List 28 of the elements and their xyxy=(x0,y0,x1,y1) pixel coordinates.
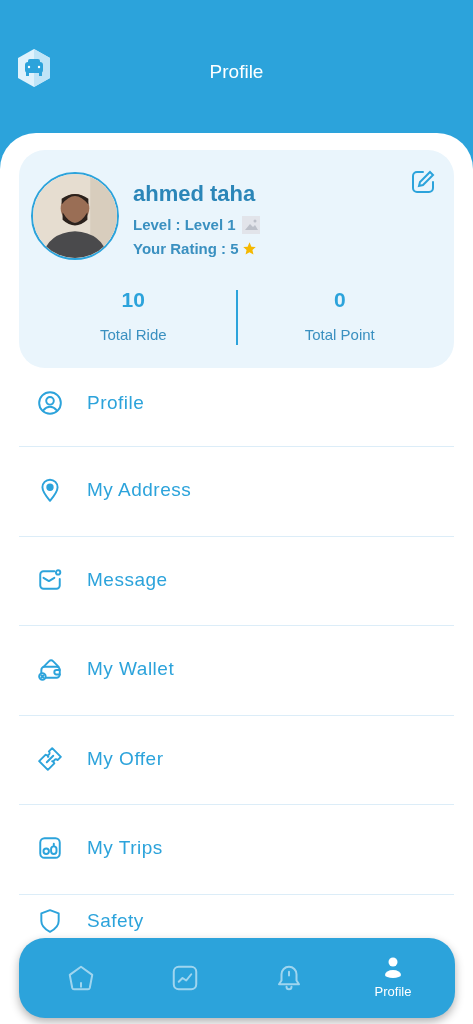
home-icon xyxy=(66,963,96,993)
car-logo-icon xyxy=(16,48,52,88)
user-name: ahmed taha xyxy=(133,180,257,208)
menu-item[interactable]: My Wallet xyxy=(19,626,454,716)
wallet-icon xyxy=(37,656,63,683)
page-title: Profile xyxy=(208,60,265,84)
nav-tab[interactable]: Profile xyxy=(353,946,433,1010)
menu-item[interactable]: Safety xyxy=(19,894,454,937)
person-circle-icon xyxy=(37,390,63,416)
stat-value: 10 xyxy=(121,288,145,312)
menu-item[interactable]: Profile xyxy=(19,368,454,447)
star-icon xyxy=(241,241,257,257)
menu-item[interactable]: My Trips xyxy=(19,805,454,895)
chart-square-icon xyxy=(37,835,63,862)
menu-item[interactable]: My Address xyxy=(19,447,454,537)
edit-icon[interactable] xyxy=(410,169,436,195)
ticket-icon xyxy=(37,745,63,772)
menu-item[interactable]: My Offer xyxy=(19,715,454,806)
shield-icon xyxy=(37,907,63,934)
stat-label: Total Ride xyxy=(99,325,167,345)
image-placeholder-icon xyxy=(241,216,260,235)
chart-icon xyxy=(170,963,200,993)
rating-text: Your Rating : 5 xyxy=(133,238,239,259)
envelope-icon xyxy=(37,566,63,593)
menu-item[interactable]: Message xyxy=(19,536,454,627)
stat-value: 0 xyxy=(333,288,346,312)
stat-label: Total Point xyxy=(304,325,375,345)
level-text: Level : Level 1 xyxy=(133,215,236,235)
